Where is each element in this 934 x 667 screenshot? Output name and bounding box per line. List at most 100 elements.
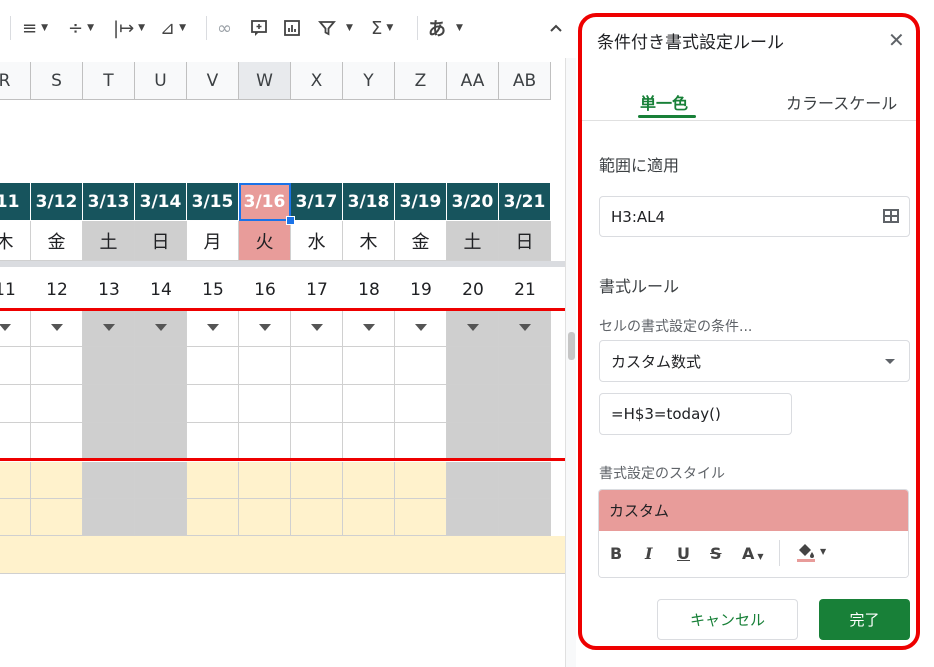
functions-button[interactable]: Σ ▼: [371, 16, 393, 40]
weekday-cell[interactable]: 月: [187, 221, 239, 261]
weekday-cell[interactable]: 木: [343, 221, 395, 261]
grid-cell[interactable]: [31, 499, 83, 536]
grid-cell[interactable]: [343, 423, 395, 459]
grid-cell[interactable]: [135, 499, 187, 536]
grid-cell[interactable]: [499, 462, 551, 499]
style-preview[interactable]: カスタム: [599, 490, 908, 531]
grid-cell[interactable]: [0, 499, 31, 536]
grid-cell[interactable]: [187, 423, 239, 459]
date-cell[interactable]: 3/13: [83, 183, 135, 221]
underline-button[interactable]: U: [677, 544, 690, 563]
column-header[interactable]: Y: [343, 62, 395, 100]
dropdown-arrow-icon[interactable]: [102, 324, 115, 331]
grid-cell[interactable]: [0, 385, 31, 423]
dropdown-arrow-icon[interactable]: [362, 324, 375, 331]
column-header[interactable]: Z: [395, 62, 447, 100]
date-cell[interactable]: 3/17: [291, 183, 343, 221]
grid-cell[interactable]: [499, 423, 551, 459]
fill-color-button[interactable]: ▼: [795, 541, 826, 567]
grid-cell[interactable]: [343, 462, 395, 499]
date-cell[interactable]: 3/20: [447, 183, 499, 221]
column-header[interactable]: U: [135, 62, 187, 100]
done-button[interactable]: 完了: [819, 599, 910, 640]
day-number-cell[interactable]: 11: [0, 271, 31, 309]
grid-row[interactable]: [0, 536, 565, 574]
column-header[interactable]: R: [0, 62, 31, 100]
dropdown-cell[interactable]: [447, 309, 499, 347]
column-header[interactable]: AB: [499, 62, 551, 100]
strikethrough-button[interactable]: S: [710, 544, 722, 563]
date-cell[interactable]: 3/12: [31, 183, 83, 221]
day-number-cell[interactable]: 14: [135, 271, 187, 309]
grid-cell[interactable]: [291, 423, 343, 459]
grid-cell[interactable]: [83, 423, 135, 459]
grid-cell[interactable]: [31, 423, 83, 459]
fill-handle[interactable]: [286, 216, 295, 225]
weekday-cell[interactable]: 火: [239, 221, 291, 261]
day-number-cell[interactable]: 16: [239, 271, 291, 309]
day-number-cell[interactable]: 21: [499, 271, 551, 309]
day-number-cell[interactable]: 15: [187, 271, 239, 309]
grid-cell[interactable]: [31, 462, 83, 499]
grid-cell[interactable]: [239, 423, 291, 459]
range-input[interactable]: H3:AL4: [599, 196, 910, 237]
grid-cell[interactable]: [31, 347, 83, 385]
day-number-cell[interactable]: 19: [395, 271, 447, 309]
text-wrap-button[interactable]: |↦ ▼: [113, 16, 145, 40]
dropdown-cell[interactable]: [499, 309, 551, 347]
grid-cell[interactable]: [187, 385, 239, 423]
dropdown-arrow-icon[interactable]: [414, 324, 427, 331]
insert-comment-button[interactable]: [250, 16, 268, 40]
grid-cell[interactable]: [135, 462, 187, 499]
grid-cell[interactable]: [83, 385, 135, 423]
weekday-cell[interactable]: 水: [291, 221, 343, 261]
grid-cell[interactable]: [0, 423, 31, 459]
grid-cell[interactable]: [343, 499, 395, 536]
bold-button[interactable]: B: [610, 544, 622, 563]
grid-cell[interactable]: [83, 499, 135, 536]
dropdown-cell[interactable]: [83, 309, 135, 347]
grid-cell[interactable]: [343, 385, 395, 423]
grid-cell[interactable]: [499, 385, 551, 423]
grid-cell[interactable]: [291, 385, 343, 423]
dropdown-arrow-icon[interactable]: [518, 324, 531, 331]
grid-cell[interactable]: [447, 347, 499, 385]
dropdown-cell[interactable]: [0, 309, 31, 347]
insert-chart-button[interactable]: [283, 16, 301, 40]
italic-button[interactable]: I: [645, 544, 652, 563]
horizontal-align-button[interactable]: ≡ ▼: [22, 16, 48, 40]
grid-cell[interactable]: [291, 499, 343, 536]
dropdown-arrow-icon[interactable]: [154, 324, 167, 331]
grid-cell[interactable]: [291, 462, 343, 499]
grid-cell[interactable]: [291, 347, 343, 385]
dropdown-cell[interactable]: [31, 309, 83, 347]
column-header[interactable]: T: [83, 62, 135, 100]
frozen-row-divider[interactable]: [0, 261, 565, 267]
grid-cell[interactable]: [187, 499, 239, 536]
dropdown-cell[interactable]: [291, 309, 343, 347]
grid-cell[interactable]: [395, 347, 447, 385]
dropdown-arrow-icon[interactable]: [466, 324, 479, 331]
grid-cell[interactable]: [447, 499, 499, 536]
column-header[interactable]: S: [31, 62, 83, 100]
date-cell[interactable]: 3/14: [135, 183, 187, 221]
dropdown-cell[interactable]: [239, 309, 291, 347]
grid-cell[interactable]: [135, 385, 187, 423]
grid-cell[interactable]: [499, 499, 551, 536]
grid-cell[interactable]: [83, 462, 135, 499]
grid-cell[interactable]: [239, 462, 291, 499]
date-cell[interactable]: 3/18: [343, 183, 395, 221]
column-header[interactable]: X: [291, 62, 343, 100]
day-number-cell[interactable]: 13: [83, 271, 135, 309]
select-range-icon[interactable]: [883, 209, 899, 223]
date-cell[interactable]: 3/15: [187, 183, 239, 221]
condition-select[interactable]: カスタム数式: [599, 340, 910, 382]
grid-cell[interactable]: [187, 347, 239, 385]
grid-cell[interactable]: [135, 423, 187, 459]
grid-cell[interactable]: [239, 385, 291, 423]
weekday-cell[interactable]: 木: [0, 221, 31, 261]
date-cell[interactable]: 3/21: [499, 183, 551, 221]
grid-cell[interactable]: [447, 423, 499, 459]
grid-cell[interactable]: [239, 499, 291, 536]
cancel-button[interactable]: キャンセル: [657, 599, 798, 640]
